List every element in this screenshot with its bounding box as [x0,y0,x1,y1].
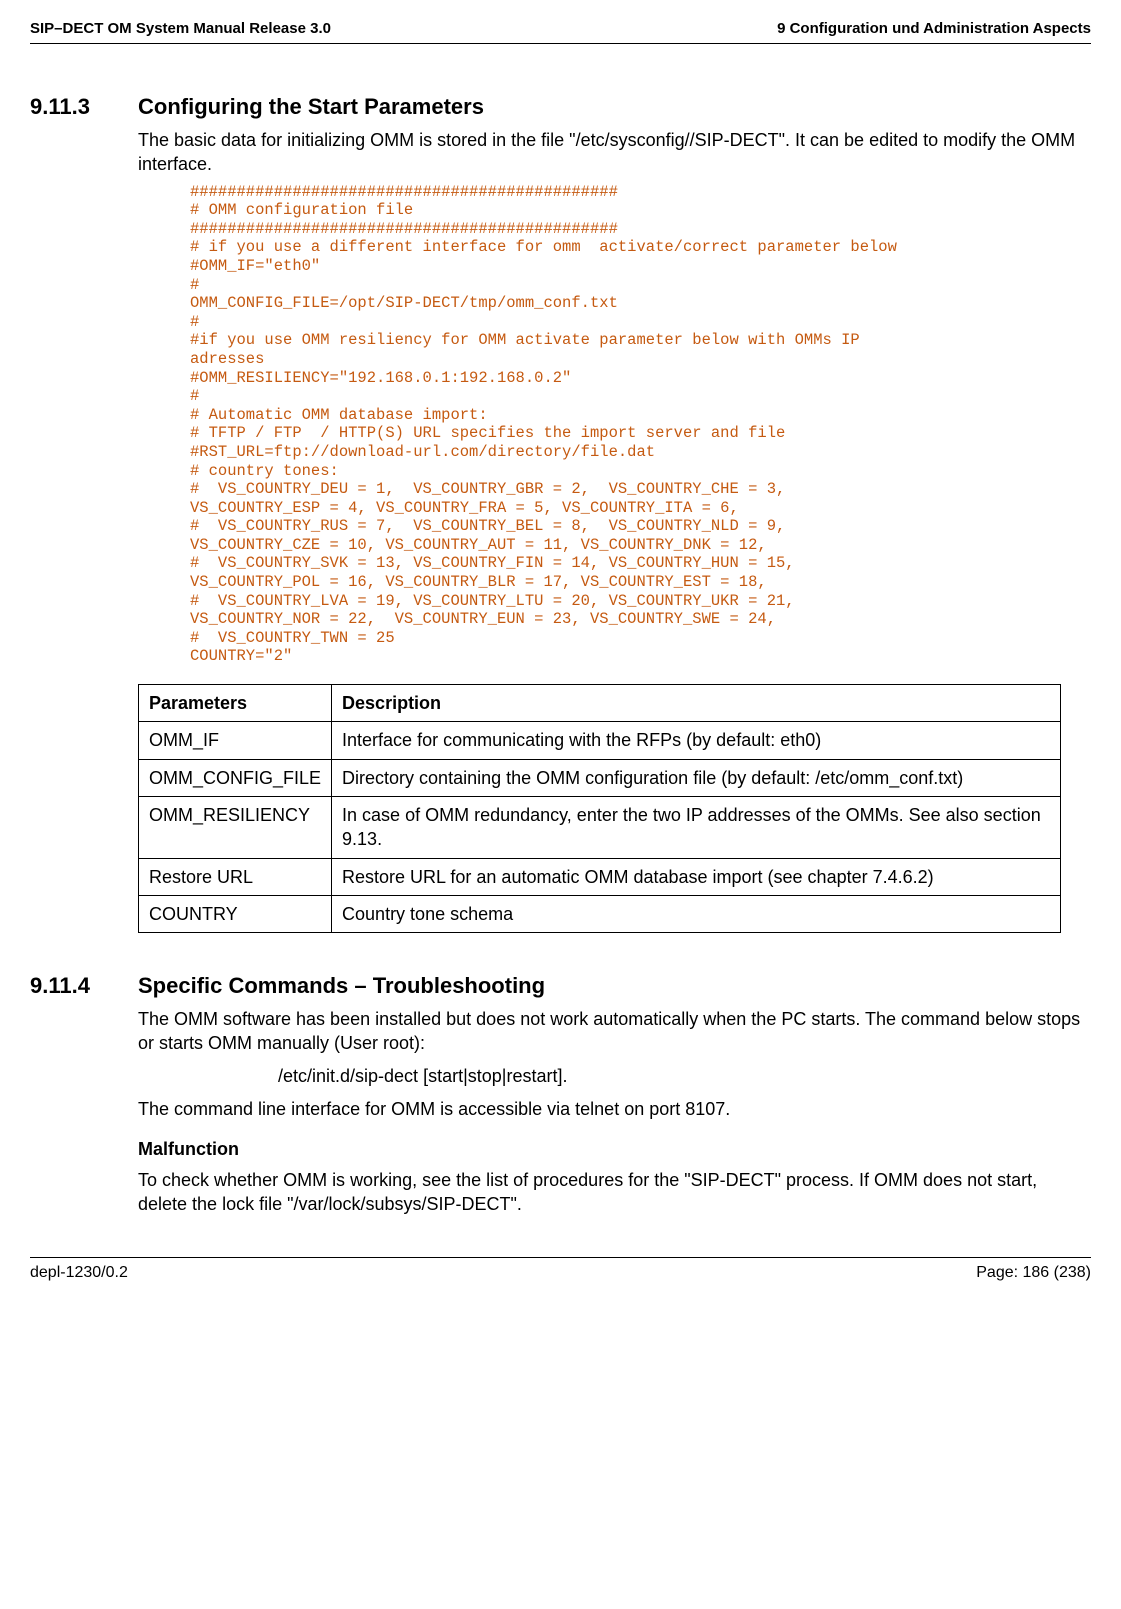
table-head-row: Parameters Description [139,685,1061,722]
parameters-table: Parameters Description OMM_IFInterface f… [138,684,1061,933]
table-row: COUNTRYCountry tone schema [139,895,1061,932]
intro-paragraph: The basic data for initializing OMM is s… [138,128,1091,177]
config-file-listing: ########################################… [190,183,1061,666]
footer-right: Page: 186 (238) [976,1264,1091,1282]
param-desc: Directory containing the OMM configurati… [332,759,1061,796]
table-row: OMM_RESILIENCYIn case of OMM redundancy,… [139,796,1061,858]
param-name: OMM_RESILIENCY [139,796,332,858]
page-header: SIP–DECT OM System Manual Release 3.0 9 … [30,20,1091,44]
header-left: SIP–DECT OM System Manual Release 3.0 [30,20,331,37]
param-desc: Interface for communicating with the RFP… [332,722,1061,759]
section-title: Configuring the Start Parameters [138,94,484,120]
troubleshoot-p2: The command line interface for OMM is ac… [138,1097,1091,1121]
param-name: OMM_IF [139,722,332,759]
param-name: Restore URL [139,858,332,895]
table-row: OMM_CONFIG_FILEDirectory containing the … [139,759,1061,796]
th-parameters: Parameters [139,685,332,722]
section-9-11-4-head: 9.11.4 Specific Commands – Troubleshooti… [30,973,1091,999]
param-desc: Restore URL for an automatic OMM databas… [332,858,1061,895]
section-9-11-3-head: 9.11.3 Configuring the Start Parameters [30,94,1091,120]
footer-left: depl-1230/0.2 [30,1264,128,1282]
table-row: Restore URLRestore URL for an automatic … [139,858,1061,895]
header-right: 9 Configuration und Administration Aspec… [777,20,1091,37]
section-number: 9.11.3 [30,94,110,120]
command-line: /etc/init.d/sip-dect [start|stop|restart… [278,1066,1091,1087]
page-footer: depl-1230/0.2 Page: 186 (238) [30,1257,1091,1282]
param-name: COUNTRY [139,895,332,932]
troubleshoot-p1: The OMM software has been installed but … [138,1007,1091,1056]
section-title: Specific Commands – Troubleshooting [138,973,545,999]
table-row: OMM_IFInterface for communicating with t… [139,722,1061,759]
param-name: OMM_CONFIG_FILE [139,759,332,796]
th-description: Description [332,685,1061,722]
malfunction-p: To check whether OMM is working, see the… [138,1168,1091,1217]
param-desc: In case of OMM redundancy, enter the two… [332,796,1061,858]
malfunction-subhead: Malfunction [138,1139,1091,1160]
section-number: 9.11.4 [30,973,110,999]
param-desc: Country tone schema [332,895,1061,932]
